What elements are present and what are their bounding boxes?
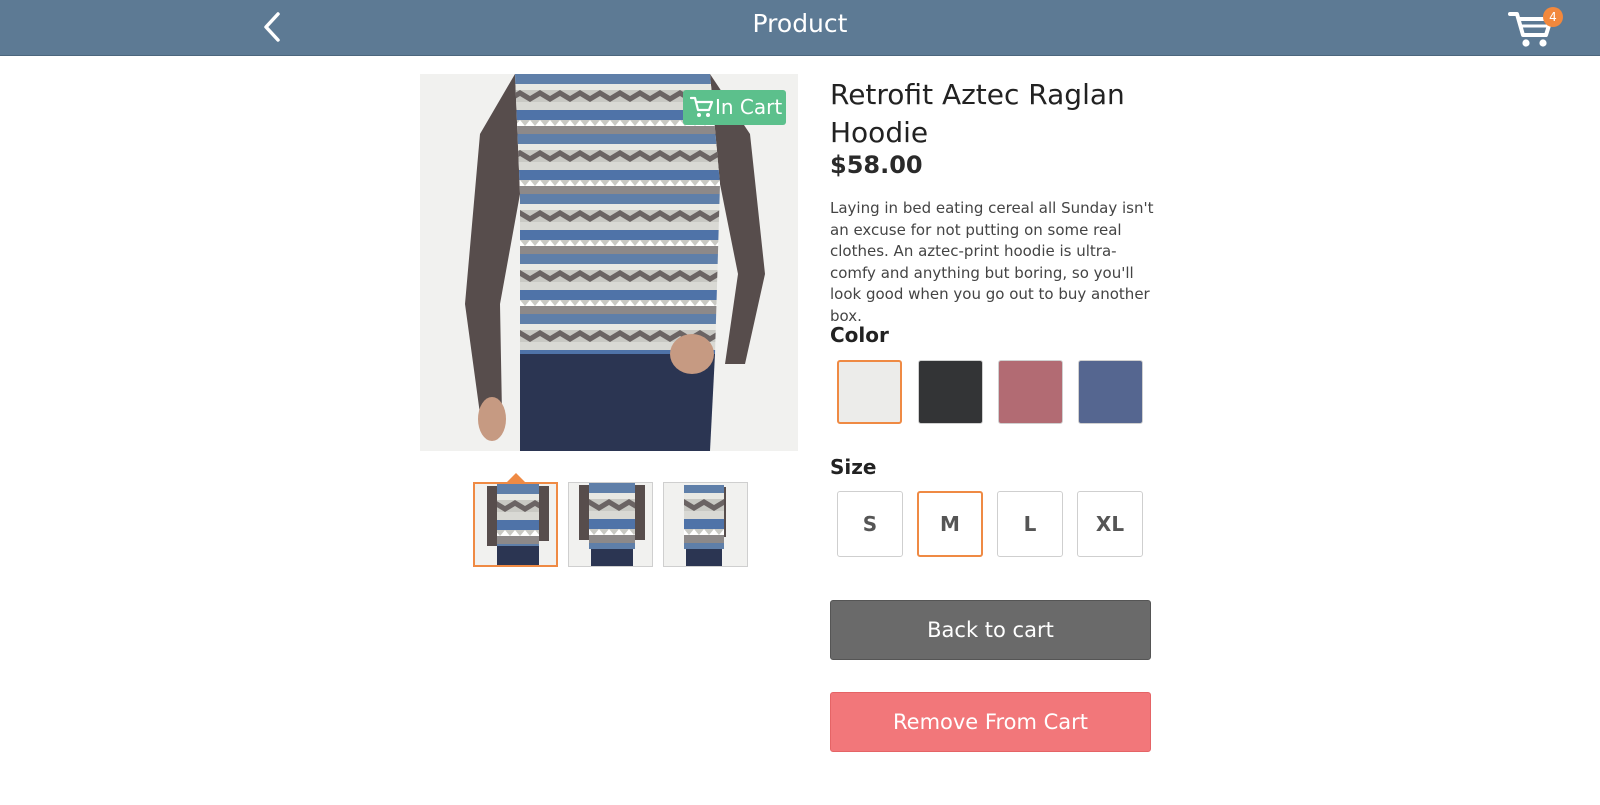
in-cart-label: In Cart bbox=[715, 95, 783, 119]
color-swatch-white[interactable] bbox=[837, 360, 902, 424]
cart-count-badge: 4 bbox=[1543, 7, 1563, 27]
thumbnail-front[interactable] bbox=[473, 482, 558, 567]
thumbnail-image bbox=[475, 484, 556, 565]
color-swatch-blue[interactable] bbox=[1078, 360, 1143, 424]
size-label: Size bbox=[830, 455, 877, 479]
top-bar: Product 4 bbox=[0, 0, 1600, 56]
thumbnail-image bbox=[664, 483, 747, 566]
thumbnail-strip bbox=[473, 482, 748, 568]
size-button-s[interactable]: S bbox=[837, 491, 903, 557]
size-button-l[interactable]: L bbox=[997, 491, 1063, 557]
cart-small-icon bbox=[690, 96, 714, 117]
color-label: Color bbox=[830, 323, 889, 347]
product-price: $58.00 bbox=[830, 151, 923, 179]
size-button-m[interactable]: M bbox=[917, 491, 983, 557]
thumbnail-side[interactable] bbox=[568, 482, 653, 567]
thumbnail-back[interactable] bbox=[663, 482, 748, 567]
color-swatch-black[interactable] bbox=[918, 360, 983, 424]
size-button-xl[interactable]: XL bbox=[1077, 491, 1143, 557]
product-name: Retrofit Aztec Raglan Hoodie bbox=[830, 78, 1125, 149]
color-swatch-rose[interactable] bbox=[998, 360, 1063, 424]
product-main-image bbox=[420, 74, 798, 451]
thumbnail-selected-indicator bbox=[507, 473, 525, 482]
remove-from-cart-button[interactable]: Remove From Cart bbox=[830, 692, 1151, 752]
product-photo bbox=[420, 74, 798, 451]
in-cart-badge: In Cart bbox=[683, 90, 786, 125]
product-description: Laying in bed eating cereal all Sunday i… bbox=[830, 199, 1154, 325]
thumbnail-image bbox=[569, 483, 652, 566]
back-to-cart-button[interactable]: Back to cart bbox=[830, 600, 1151, 660]
page-title: Product bbox=[752, 9, 848, 38]
